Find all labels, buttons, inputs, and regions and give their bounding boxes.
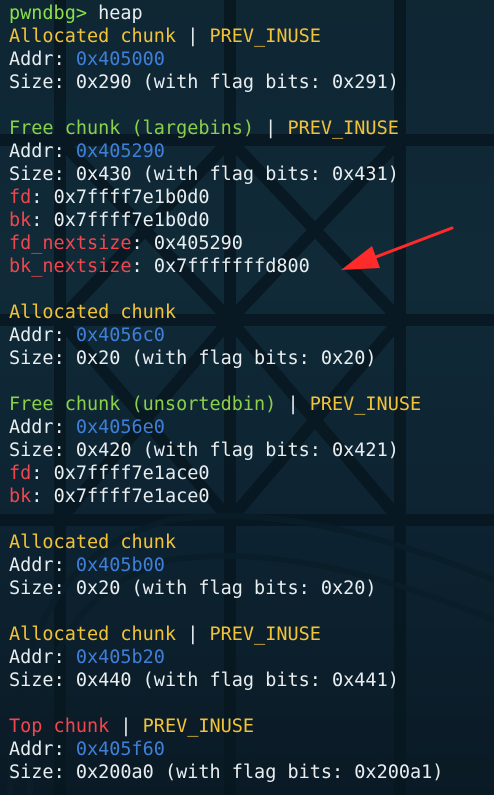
chunk-header: Allocated chunk | PREV_INUSE xyxy=(9,26,321,47)
chunk-block: Allocated chunk Addr: 0x405b00 Size: 0x2… xyxy=(9,531,494,600)
chunk-field-fd-nextsize: fd_nextsize: 0x405290 xyxy=(9,233,243,254)
chunk-flag: PREV_INUSE xyxy=(287,118,399,139)
chunk-block: Allocated chunk | PREV_INUSE Addr: 0x405… xyxy=(9,623,494,692)
size-value: 0x200a0 (with flag bits: 0x200a1) xyxy=(75,762,444,783)
chunk-flag: PREV_INUSE xyxy=(209,26,321,47)
chunk-flag: PREV_INUSE xyxy=(309,394,422,415)
chunk-block: Free chunk (unsortedbin) | PREV_INUSE Ad… xyxy=(9,393,494,508)
chunk-addr: Addr: 0x405b20 xyxy=(9,647,165,668)
chunk-size: Size: 0x290 (with flag bits: 0x291) xyxy=(9,72,399,93)
chunk-field-bk-nextsize: bk_nextsize: 0x7fffffffd800 xyxy=(9,256,310,277)
chunk-header: Top chunk | PREV_INUSE xyxy=(9,716,255,737)
chunk-addr: Addr: 0x405b00 xyxy=(9,555,165,576)
size-value: 0x430 (with flag bits: 0x431) xyxy=(75,164,399,185)
addr-value: 0x405b20 xyxy=(75,647,165,668)
chunk-flag: PREV_INUSE xyxy=(142,716,255,737)
chunk-size: Size: 0x20 (with flag bits: 0x20) xyxy=(9,348,377,369)
chunk-block: Allocated chunk | PREV_INUSE Addr: 0x405… xyxy=(9,25,494,94)
chunk-addr: Addr: 0x4056c0 xyxy=(9,325,165,346)
chunk-title: Allocated chunk xyxy=(9,26,177,47)
chunk-header: Free chunk (largebins) | PREV_INUSE xyxy=(9,118,399,139)
size-value: 0x20 (with flag bits: 0x20) xyxy=(75,578,377,599)
chunk-header: Allocated chunk | PREV_INUSE xyxy=(9,624,321,645)
size-value: 0x420 (with flag bits: 0x421) xyxy=(75,440,399,461)
size-value: 0x290 (with flag bits: 0x291) xyxy=(75,72,399,93)
chunk-field-fd: fd: 0x7ffff7e1b0d0 xyxy=(9,187,210,208)
chunk-header: Allocated chunk xyxy=(9,531,494,554)
addr-value: 0x405f60 xyxy=(75,739,165,760)
chunk-title: Top chunk xyxy=(9,716,110,737)
chunk-title: Free chunk (unsortedbin) xyxy=(9,394,277,415)
chunk-size: Size: 0x20 (with flag bits: 0x20) xyxy=(9,578,377,599)
command-text: heap xyxy=(86,3,143,24)
chunk-size: Size: 0x440 (with flag bits: 0x441) xyxy=(9,670,399,691)
addr-value: 0x405000 xyxy=(75,49,165,70)
prompt-line: pwndbg> heap xyxy=(9,2,494,25)
chunk-flag: PREV_INUSE xyxy=(209,624,321,645)
addr-value: 0x4056c0 xyxy=(75,325,165,346)
terminal[interactable]: pwndbg> heap Allocated chunk | PREV_INUS… xyxy=(0,0,494,784)
chunk-size: Size: 0x420 (with flag bits: 0x421) xyxy=(9,440,399,461)
chunk-block: Allocated chunk Addr: 0x4056c0 Size: 0x2… xyxy=(9,301,494,370)
chunk-field-bk: bk: 0x7ffff7e1ace0 xyxy=(9,486,210,507)
addr-value: 0x405b00 xyxy=(75,555,165,576)
chunk-header: Free chunk (unsortedbin) | PREV_INUSE xyxy=(9,394,422,415)
chunk-size: Size: 0x430 (with flag bits: 0x431) xyxy=(9,164,399,185)
chunk-block: Top chunk | PREV_INUSE Addr: 0x405f60 Si… xyxy=(9,715,494,784)
chunk-title: Allocated chunk xyxy=(9,302,177,323)
addr-value: 0x405290 xyxy=(75,141,165,162)
chunk-block: Free chunk (largebins) | PREV_INUSE Addr… xyxy=(9,117,494,278)
chunk-title: Free chunk (largebins) xyxy=(9,118,255,139)
chunk-addr: Addr: 0x405f60 xyxy=(9,739,165,760)
chunk-addr: Addr: 0x4056e0 xyxy=(9,417,165,438)
size-value: 0x440 (with flag bits: 0x441) xyxy=(75,670,399,691)
chunk-addr: Addr: 0x405290 xyxy=(9,141,165,162)
chunk-size: Size: 0x200a0 (with flag bits: 0x200a1) xyxy=(9,762,444,783)
size-value: 0x20 (with flag bits: 0x20) xyxy=(75,348,377,369)
addr-value: 0x4056e0 xyxy=(75,417,165,438)
chunk-field-fd: fd: 0x7ffff7e1ace0 xyxy=(9,463,210,484)
chunk-title: Allocated chunk xyxy=(9,624,177,645)
chunk-title: Allocated chunk xyxy=(9,532,177,553)
chunk-addr: Addr: 0x405000 xyxy=(9,49,165,70)
chunk-field-bk: bk: 0x7ffff7e1b0d0 xyxy=(9,210,210,231)
chunk-header: Allocated chunk xyxy=(9,301,494,324)
prompt-label: pwndbg> xyxy=(9,3,87,24)
